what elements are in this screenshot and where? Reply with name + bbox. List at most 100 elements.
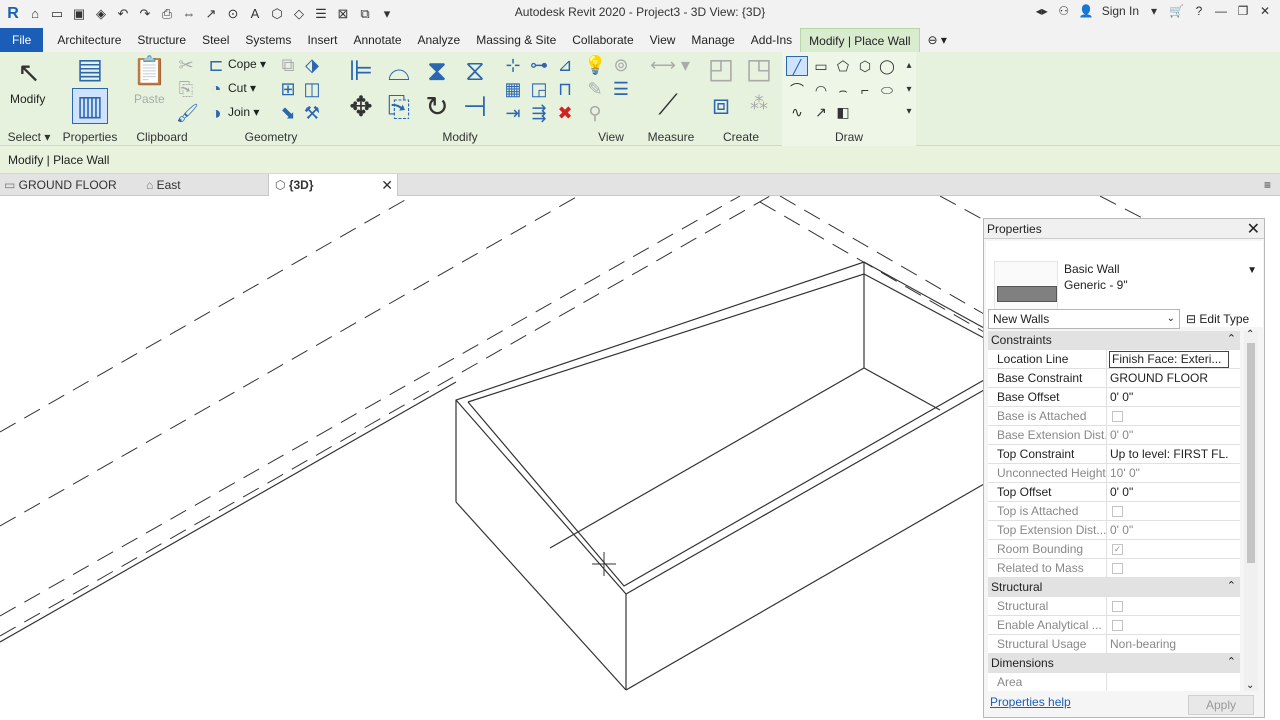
delete-icon[interactable]: ✖ bbox=[554, 102, 576, 124]
tab-file[interactable]: File bbox=[0, 28, 44, 52]
structural-checkbox[interactable] bbox=[1112, 601, 1123, 612]
prop-top-constraint[interactable]: Top Constraint Up to level: FIRST FL... bbox=[988, 445, 1240, 464]
properties-scrollbar[interactable]: ⌃ ⌄ bbox=[1244, 329, 1258, 691]
draw-expand-up-icon[interactable]: ▴ bbox=[898, 56, 920, 76]
draw-fillet-arc-icon[interactable]: ⌐ bbox=[854, 80, 876, 100]
cut-geometry-button[interactable]: Cut ▾ bbox=[228, 81, 256, 95]
pick-lines-icon[interactable]: ↗ bbox=[810, 102, 832, 122]
category-dimensions[interactable]: Dimensions ⌃ bbox=[988, 654, 1240, 673]
tab-structure[interactable]: Structure bbox=[129, 28, 194, 52]
link-view-icon[interactable]: ⚲ bbox=[584, 102, 606, 124]
hammer-icon[interactable]: ⚒ bbox=[302, 102, 322, 124]
tab-view[interactable]: View bbox=[642, 28, 684, 52]
close-properties-icon[interactable]: ✕ bbox=[1247, 219, 1260, 239]
copy-element-icon[interactable]: ⎘ bbox=[382, 90, 416, 124]
create-similar-icon[interactable]: ◰ bbox=[704, 52, 738, 86]
join-button[interactable]: Join ▾ bbox=[228, 105, 259, 119]
split-icon[interactable]: ⊹ bbox=[502, 54, 524, 76]
thin-lines-view-icon[interactable]: ☰ bbox=[610, 78, 632, 100]
trim-single-icon[interactable]: ⇥ bbox=[502, 102, 524, 124]
prop-top-offset[interactable]: Top Offset 0' 0" bbox=[988, 483, 1240, 502]
array-icon[interactable]: ▦ bbox=[502, 78, 524, 100]
offset-icon[interactable]: ⌓ bbox=[382, 54, 416, 88]
split-face-icon[interactable]: ⧉ bbox=[278, 54, 298, 76]
draw-center-arc-icon[interactable]: ◠ bbox=[810, 80, 832, 100]
prop-location-line[interactable]: Location Line Finish Face: Exteri... bbox=[988, 350, 1240, 369]
sign-in-link[interactable]: Sign In bbox=[1102, 4, 1139, 18]
tab-architecture[interactable]: Architecture bbox=[49, 28, 129, 52]
category-constraints[interactable]: Constraints ⌃ bbox=[988, 331, 1240, 350]
copy-icon[interactable]: ⎘ bbox=[176, 78, 196, 100]
draw-expand-down-icon[interactable]: ▾ bbox=[898, 80, 920, 100]
trim-extend-corner-icon[interactable]: ⊣ bbox=[458, 90, 492, 124]
properties-help-link[interactable]: Properties help bbox=[990, 695, 1071, 709]
create-parts-icon[interactable]: ⁂ bbox=[744, 92, 774, 114]
split-gap-icon[interactable]: ⊶ bbox=[528, 54, 550, 76]
hide-icon[interactable]: 💡 bbox=[584, 54, 606, 76]
rotate-icon[interactable]: ↻ bbox=[420, 90, 454, 124]
select-panel-label[interactable]: Select ▾ bbox=[0, 130, 58, 144]
demolish-icon[interactable]: ◫ bbox=[302, 78, 322, 100]
wall-joins-icon[interactable]: ⊞ bbox=[278, 78, 298, 100]
create-group-icon[interactable]: ⧈ bbox=[704, 88, 738, 122]
ribbon-toggle-icon[interactable]: ⊖ ▾ bbox=[920, 28, 955, 52]
tab-east[interactable]: ⌂ East bbox=[146, 174, 266, 196]
tab-annotate[interactable]: Annotate bbox=[345, 28, 409, 52]
tab-analyze[interactable]: Analyze bbox=[410, 28, 469, 52]
category-structural[interactable]: Structural ⌃ bbox=[988, 578, 1240, 597]
match-properties-icon[interactable]: 🖌 bbox=[176, 102, 199, 124]
unpin-icon[interactable]: ⊿ bbox=[554, 54, 576, 76]
location-line-value[interactable]: Finish Face: Exteri... bbox=[1109, 351, 1229, 368]
modify-button[interactable]: Modify bbox=[10, 92, 45, 106]
modify-arrow-icon[interactable]: ↖ bbox=[14, 56, 44, 90]
prop-base-constraint[interactable]: Base Constraint GROUND FLOOR bbox=[988, 369, 1240, 388]
tab-massing-site[interactable]: Massing & Site bbox=[468, 28, 564, 52]
draw-circle-icon[interactable]: ◯ bbox=[876, 56, 898, 76]
align-icon[interactable]: ⊫ bbox=[344, 54, 378, 88]
tab-3d[interactable]: ⬡ {3D} ✕ bbox=[268, 174, 398, 196]
tab-add-ins[interactable]: Add-Ins bbox=[743, 28, 800, 52]
cope-icon[interactable]: ⊏ bbox=[206, 54, 226, 76]
help-icon[interactable]: ? bbox=[1192, 4, 1206, 18]
paste-button[interactable]: Paste bbox=[134, 92, 165, 106]
draw-inscribed-polygon-icon[interactable]: ⬠ bbox=[832, 56, 854, 76]
mirror-draw-icon[interactable]: ⧖ bbox=[458, 54, 492, 88]
tab-ground-floor[interactable]: ▭ GROUND FLOOR bbox=[4, 174, 134, 196]
tab-collaborate[interactable]: Collaborate bbox=[564, 28, 641, 52]
mirror-axis-icon[interactable]: ⧗ bbox=[420, 54, 454, 88]
scroll-down-icon[interactable]: ⌄ bbox=[1246, 680, 1254, 691]
type-properties-icon[interactable]: ▤ bbox=[74, 52, 106, 86]
paste-icon[interactable]: 📋 bbox=[132, 54, 167, 88]
instance-filter-select[interactable]: New Walls ⌄ bbox=[988, 309, 1180, 329]
line-work-icon[interactable]: ✎ bbox=[584, 78, 606, 100]
collapse-icon[interactable]: ⌃ bbox=[1227, 655, 1236, 668]
edit-type-button[interactable]: ⊟ Edit Type bbox=[1186, 309, 1249, 329]
pin-icon[interactable]: ⊓ bbox=[554, 78, 576, 100]
binoculars-icon[interactable]: ⚇ bbox=[1057, 4, 1071, 18]
apply-button[interactable]: Apply bbox=[1188, 695, 1254, 715]
draw-start-end-arc-icon[interactable]: ⌒ bbox=[786, 80, 808, 100]
top-attached-checkbox[interactable] bbox=[1112, 506, 1123, 517]
measure-between-icon[interactable]: ⟷ ▾ bbox=[648, 54, 692, 76]
cart-icon[interactable]: 🛒 bbox=[1169, 4, 1184, 18]
room-bounding-checkbox[interactable]: ✓ bbox=[1112, 544, 1123, 555]
restore-icon[interactable]: ❐ bbox=[1236, 4, 1250, 18]
draw-rectangle-icon[interactable]: ▭ bbox=[810, 56, 832, 76]
cut-icon[interactable]: ✂ bbox=[176, 54, 196, 76]
draw-tangent-arc-icon[interactable]: ⌢ bbox=[832, 80, 854, 100]
collapse-icon[interactable]: ⌃ bbox=[1227, 579, 1236, 592]
minimize-icon[interactable]: — bbox=[1214, 4, 1228, 18]
paint-icon[interactable]: ⬗ bbox=[302, 54, 322, 76]
aligned-dimension-icon[interactable]: ⟋ bbox=[648, 88, 688, 122]
properties-icon[interactable]: ▥ bbox=[72, 88, 108, 124]
beam-join-icon[interactable]: ⬊ bbox=[278, 102, 298, 124]
draw-ellipse-icon[interactable]: ⬭ bbox=[876, 80, 898, 100]
dropdown-icon[interactable]: ▾ bbox=[1147, 4, 1161, 18]
tab-manage[interactable]: Manage bbox=[683, 28, 742, 52]
close-icon[interactable]: ✕ bbox=[1258, 4, 1272, 18]
trim-multiple-icon[interactable]: ⇶ bbox=[528, 102, 550, 124]
scroll-up-icon[interactable]: ⌃ bbox=[1246, 329, 1254, 340]
move-icon[interactable]: ✥ bbox=[344, 90, 378, 124]
tab-systems[interactable]: Systems bbox=[237, 28, 299, 52]
pick-faces-icon[interactable]: ◧ bbox=[832, 102, 854, 122]
